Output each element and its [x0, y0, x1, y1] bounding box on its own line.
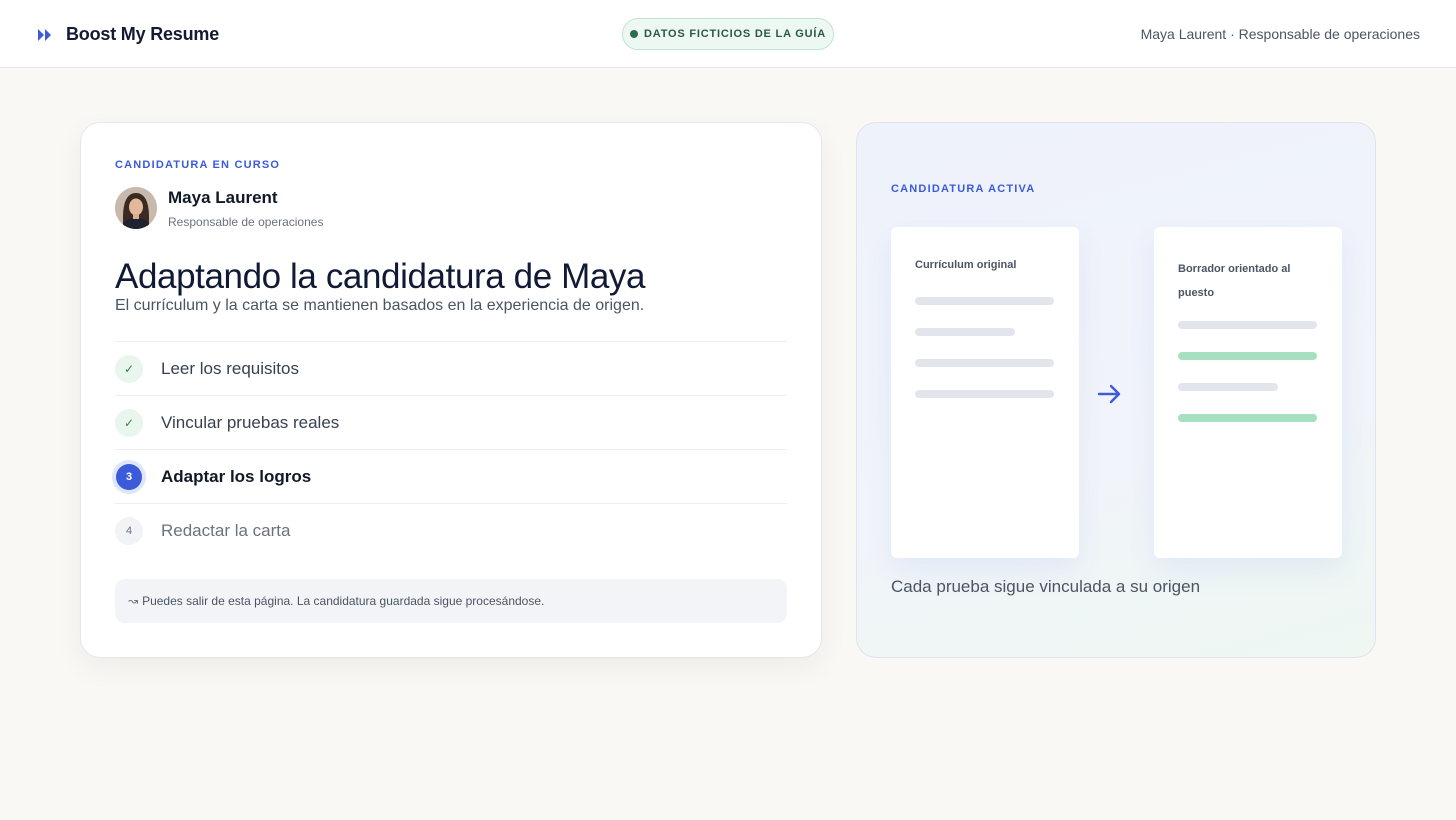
- check-icon: ✓: [115, 354, 143, 383]
- check-icon: ✓: [115, 408, 143, 437]
- brand-logo[interactable]: Boost My Resume: [36, 24, 219, 45]
- page-title: Adaptando la candidatura de Maya: [115, 257, 646, 296]
- step-item-link-evidence: ✓ Vincular pruebas reales: [115, 395, 787, 449]
- top-bar: Boost My Resume DATOS FICTICIOS DE LA GU…: [0, 0, 1456, 68]
- double-chevron-right-icon: [38, 28, 51, 41]
- brand-name: Boost My Resume: [66, 24, 220, 44]
- person-role: Responsable de operaciones: [168, 215, 324, 229]
- text-line-placeholder: [915, 328, 1015, 336]
- avatar-portrait-icon: [115, 187, 157, 229]
- progress-eyebrow: CANDIDATURA EN CURSO: [115, 159, 281, 171]
- background-processing-notice: ↝ Puedes salir de esta página. La candid…: [115, 579, 787, 623]
- text-line-placeholder: [915, 390, 1054, 398]
- highlighted-line-placeholder: [1178, 352, 1317, 360]
- step-label: Leer los requisitos: [161, 358, 299, 378]
- step-number-badge: 4: [115, 516, 143, 545]
- badge-label: DATOS FICTICIOS DE LA GUÍA: [644, 28, 826, 40]
- page-subtitle: El currículum y la carta se mantienen ba…: [115, 297, 645, 314]
- avatar: [115, 187, 157, 229]
- preview-card: CANDIDATURA ACTIVA Currículum original B…: [856, 122, 1376, 658]
- original-resume-preview: Currículum original: [891, 227, 1079, 558]
- step-item-read-requirements: ✓ Leer los requisitos: [115, 341, 787, 395]
- original-resume-title: Currículum original: [915, 259, 1017, 271]
- status-dot-icon: [630, 30, 639, 38]
- preview-caption: Cada prueba sigue vinculada a su origen: [891, 577, 1201, 596]
- text-line-placeholder: [915, 359, 1054, 367]
- highlighted-line-placeholder: [1178, 414, 1317, 422]
- demo-data-badge: DATOS FICTICIOS DE LA GUÍA: [622, 18, 834, 50]
- text-line-placeholder: [1178, 383, 1278, 391]
- step-label: Vincular pruebas reales: [161, 412, 340, 432]
- progress-card: CANDIDATURA EN CURSO Maya Laurent Respon…: [80, 122, 822, 658]
- person-name: Maya Laurent: [168, 188, 278, 207]
- step-label: Adaptar los logros: [161, 466, 312, 486]
- text-line-placeholder: [1178, 321, 1317, 329]
- step-list: ✓ Leer los requisitos ✓ Vincular pruebas…: [115, 341, 787, 557]
- user-meta: Maya Laurent · Responsable de operacione…: [1140, 26, 1420, 42]
- tailored-draft-preview: Borrador orientado al puesto: [1154, 227, 1342, 558]
- leave-page-icon: ↝: [128, 594, 139, 608]
- step-item-adapt-achievements: 3 Adaptar los logros: [115, 449, 787, 503]
- step-number-badge: 3: [116, 463, 142, 490]
- notice-text: Puedes salir de esta página. La candidat…: [142, 594, 545, 608]
- text-line-placeholder: [915, 297, 1054, 305]
- preview-eyebrow: CANDIDATURA ACTIVA: [891, 183, 1036, 195]
- step-label: Redactar la carta: [161, 520, 291, 540]
- arrow-right-icon: [1097, 384, 1121, 404]
- step-item-write-letter: 4 Redactar la carta: [115, 503, 787, 557]
- draft-title: Borrador orientado al puesto: [1178, 263, 1291, 299]
